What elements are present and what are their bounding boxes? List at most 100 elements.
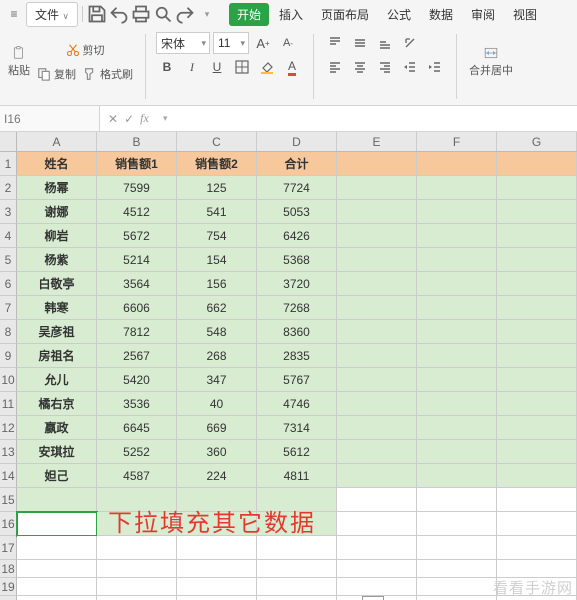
fill-color-button[interactable] <box>256 56 278 78</box>
cell[interactable]: 6645 <box>97 416 177 440</box>
cell[interactable] <box>337 152 417 176</box>
cell[interactable] <box>417 560 497 578</box>
app-menu-icon[interactable]: ≡ <box>4 4 24 24</box>
cell[interactable]: 754 <box>177 224 257 248</box>
merge-center-button[interactable]: 合并居中 <box>467 32 515 92</box>
cell[interactable] <box>417 152 497 176</box>
spreadsheet-grid[interactable]: ABCDEFG 1234567891011121314151617181920 … <box>0 132 577 600</box>
row-header[interactable]: 15 <box>0 488 17 512</box>
cell[interactable] <box>497 224 577 248</box>
cell[interactable] <box>417 296 497 320</box>
row-header[interactable]: 3 <box>0 200 17 224</box>
cell[interactable] <box>497 488 577 512</box>
cell[interactable] <box>417 320 497 344</box>
cell[interactable] <box>97 536 177 560</box>
cell[interactable]: 谢娜 <box>17 200 97 224</box>
cell[interactable]: 3564 <box>97 272 177 296</box>
cell[interactable]: 嬴政 <box>17 416 97 440</box>
cell[interactable] <box>417 596 497 600</box>
cell[interactable] <box>17 560 97 578</box>
row-header[interactable]: 17 <box>0 536 17 560</box>
cell[interactable]: 7812 <box>97 320 177 344</box>
row-header[interactable]: 11 <box>0 392 17 416</box>
cell[interactable]: 柳岩 <box>17 224 97 248</box>
cell[interactable] <box>417 416 497 440</box>
cell[interactable]: 4587 <box>97 464 177 488</box>
cell[interactable] <box>417 176 497 200</box>
cell[interactable] <box>257 560 337 578</box>
font-size-select[interactable]: 11 <box>213 32 249 54</box>
align-center-icon[interactable] <box>349 56 371 78</box>
italic-button[interactable]: I <box>181 56 203 78</box>
print-icon[interactable] <box>131 4 151 24</box>
ribbon-tab-5[interactable]: 审阅 <box>463 3 503 26</box>
row-header[interactable]: 20 <box>0 596 17 600</box>
row-header[interactable]: 16 <box>0 512 17 536</box>
ribbon-tab-0[interactable]: 开始 <box>229 3 269 26</box>
cell[interactable] <box>17 488 97 512</box>
cell[interactable]: 允儿 <box>17 368 97 392</box>
cell[interactable]: 4811 <box>257 464 337 488</box>
cell[interactable] <box>417 224 497 248</box>
cell[interactable]: 房祖名 <box>17 344 97 368</box>
cell[interactable] <box>17 512 97 536</box>
row-header[interactable]: 10 <box>0 368 17 392</box>
orientation-icon[interactable] <box>399 32 421 54</box>
indent-decrease-icon[interactable] <box>399 56 421 78</box>
cell[interactable] <box>177 596 257 600</box>
autofill-options-button[interactable]: 民 <box>362 596 384 600</box>
cell[interactable]: 3720 <box>257 272 337 296</box>
ribbon-tab-1[interactable]: 插入 <box>271 3 311 26</box>
cell[interactable] <box>337 272 417 296</box>
indent-increase-icon[interactable] <box>424 56 446 78</box>
cell[interactable] <box>417 488 497 512</box>
align-left-icon[interactable] <box>324 56 346 78</box>
row-header[interactable]: 7 <box>0 296 17 320</box>
cell[interactable] <box>497 440 577 464</box>
col-header[interactable]: G <box>497 132 577 151</box>
cell[interactable] <box>497 320 577 344</box>
cell[interactable]: 347 <box>177 368 257 392</box>
preview-icon[interactable] <box>153 4 173 24</box>
cell[interactable] <box>337 344 417 368</box>
cell[interactable]: 360 <box>177 440 257 464</box>
cell[interactable]: 5420 <box>97 368 177 392</box>
cell[interactable] <box>417 578 497 596</box>
cell[interactable] <box>497 368 577 392</box>
cell[interactable]: 4746 <box>257 392 337 416</box>
cell[interactable] <box>337 320 417 344</box>
col-header[interactable]: D <box>257 132 337 151</box>
cell[interactable]: 154 <box>177 248 257 272</box>
cell[interactable] <box>497 512 577 536</box>
cell[interactable] <box>17 596 97 600</box>
cell[interactable]: 6606 <box>97 296 177 320</box>
cell[interactable] <box>417 536 497 560</box>
cell[interactable] <box>497 560 577 578</box>
cell[interactable]: 5767 <box>257 368 337 392</box>
row-header[interactable]: 5 <box>0 248 17 272</box>
bold-button[interactable]: B <box>156 56 178 78</box>
cell[interactable]: 5672 <box>97 224 177 248</box>
cell[interactable] <box>97 488 177 512</box>
cell[interactable]: 白敬亭 <box>17 272 97 296</box>
increase-font-icon[interactable]: A+ <box>252 32 274 54</box>
cell[interactable]: 7724 <box>257 176 337 200</box>
save-icon[interactable] <box>87 4 107 24</box>
cell[interactable]: 橘右京 <box>17 392 97 416</box>
cell[interactable]: 妲己 <box>17 464 97 488</box>
col-header[interactable]: E <box>337 132 417 151</box>
cell[interactable] <box>257 536 337 560</box>
cell[interactable]: 5053 <box>257 200 337 224</box>
cell[interactable]: 杨幂 <box>17 176 97 200</box>
cell[interactable] <box>497 176 577 200</box>
cell[interactable]: 3536 <box>97 392 177 416</box>
row-header[interactable]: 4 <box>0 224 17 248</box>
row-header[interactable]: 18 <box>0 560 17 578</box>
underline-button[interactable]: U <box>206 56 228 78</box>
cell[interactable] <box>497 152 577 176</box>
cell[interactable] <box>417 512 497 536</box>
col-header[interactable]: A <box>17 132 97 151</box>
paste-button[interactable]: 粘贴 <box>6 32 32 92</box>
cell[interactable] <box>417 440 497 464</box>
cell[interactable]: 548 <box>177 320 257 344</box>
